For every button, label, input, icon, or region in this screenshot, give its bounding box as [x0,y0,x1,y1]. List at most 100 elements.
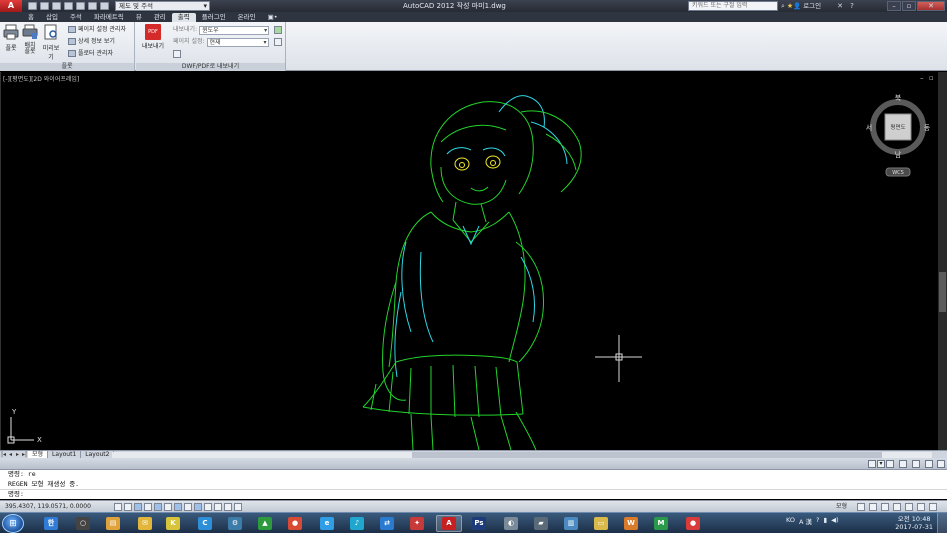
search-input[interactable]: 키워드 또는 구절 입력 [688,1,778,11]
tab-plugins[interactable]: 플러그인 [196,13,232,22]
ime-help-icon[interactable]: ? [816,516,819,526]
preview-button[interactable]: 미리보기 [41,24,61,61]
page-setup-override-icon[interactable] [274,38,282,46]
taskbar-app-ie[interactable]: e [314,515,340,532]
new-file-icon[interactable] [28,2,37,10]
viewcube-top-face[interactable]: 평면도 [890,123,905,131]
export-select[interactable]: 윈도우 [199,26,270,35]
selection-cycling-button[interactable] [234,503,242,511]
quick-properties-button[interactable] [224,503,232,511]
command-toolbar-icon-4[interactable] [899,460,907,468]
page-setup-select[interactable]: 현재 [206,38,269,47]
first-layout-icon[interactable]: |◂ [0,451,7,458]
maximize-button[interactable]: ▫ [902,1,916,11]
language-indicator[interactable]: KO [786,516,795,526]
plotter-manager-button[interactable]: 플로터 관리자 [68,49,113,58]
open-file-icon[interactable] [40,2,49,10]
plot-panel-title[interactable]: 플롯 [0,63,134,71]
tab-insert[interactable]: 삽입 [40,13,64,22]
details-button[interactable]: 상세 정보 보기 [68,37,115,46]
tab-manage[interactable]: 관리 [148,13,172,22]
taskbar-app-vs[interactable]: ▲ [252,515,278,532]
tab-online[interactable]: 온라인 [232,13,262,22]
command-toolbar-icon-3[interactable] [886,460,894,468]
save-as-icon[interactable] [64,2,73,10]
export-settings-icon[interactable] [274,26,282,34]
dynamic-ucs-button[interactable] [184,503,192,511]
viewcube-north[interactable]: 북 [895,94,902,102]
coordinates-readout[interactable]: 395.4307, 119.0571, 0.0000 [5,501,91,512]
start-button[interactable]: ⊞ [2,514,24,533]
model-space-button[interactable]: 모형 [836,502,847,512]
export-button[interactable]: PDF 내보내기 [140,24,166,50]
vertical-scrollbar[interactable] [938,72,947,450]
network-icon[interactable]: ▮ [824,516,828,526]
taskbar-app-photoshop[interactable]: Ps [466,515,492,532]
viewcube-east[interactable]: 동 [924,124,931,132]
snap-mode-button[interactable] [114,503,122,511]
taskbar-app-kakao[interactable]: K [160,515,186,532]
ime-indicator[interactable]: A 漢 [799,516,812,526]
viewcube[interactable]: 평면도 북 남 서 동 WCS [866,94,931,177]
command-toolbar-icon-7[interactable] [937,460,945,468]
annotation-scale-icon[interactable] [869,503,877,511]
quick-view-icon[interactable] [857,503,865,511]
grid-display-button[interactable] [124,503,132,511]
workspace-selector[interactable]: 제도 및 주석 [115,1,210,11]
command-prompt[interactable]: 명령: [0,489,947,499]
polar-tracking-button[interactable] [144,503,152,511]
viewcube-west[interactable]: 서 [866,123,872,132]
taskbar-app-explorer[interactable]: ▭ [588,515,614,532]
lock-icon[interactable] [893,503,901,511]
taskbar-app-media[interactable]: ◐ [498,515,524,532]
redo-icon[interactable] [100,2,109,10]
ortho-mode-button[interactable] [134,503,142,511]
taskbar-app-music[interactable]: ♪ [344,515,370,532]
batch-plot-button[interactable]: 배치 플롯 [20,24,40,55]
volume-icon[interactable]: ◀) [831,516,839,526]
last-layout-icon[interactable]: ▸| [21,451,28,458]
hardware-acceleration-icon[interactable] [905,503,913,511]
isolate-objects-icon[interactable] [917,503,925,511]
lineweight-button[interactable] [204,503,212,511]
taskbar-app-chrome[interactable]: ● [282,515,308,532]
show-desktop-button[interactable] [937,513,947,533]
taskbar-app-docs[interactable]: ▥ [558,515,584,532]
undo-icon[interactable] [88,2,97,10]
tab-view[interactable]: 뷰 [130,13,148,22]
tab-extra[interactable]: ▣• [262,13,284,22]
taskbar-app-c-app[interactable]: C [192,515,218,532]
object-snap-tracking-button[interactable] [174,503,182,511]
tab-parametric[interactable]: 파라메트릭 [88,13,130,22]
taskbar-app-autocad[interactable]: A [436,515,462,532]
taskbar-app-notes[interactable]: ▤ [100,515,126,532]
taskbar-app-word[interactable]: W [618,515,644,532]
close-button[interactable]: ✕ [917,1,945,11]
help-icon[interactable]: ? [848,2,856,10]
command-toolbar-icon-6[interactable] [925,460,933,468]
taskbar-app-record[interactable]: ● [680,515,706,532]
login-button[interactable]: 👤 로그인 [793,0,821,12]
command-line[interactable]: 명령: re REGEN 모형 재생성 중. 명령: [0,470,947,499]
export-panel-title[interactable]: DWF/PDF로 내보내기 [136,63,285,71]
wcs-menu[interactable]: WCS [892,170,904,176]
preview-small-icon[interactable] [173,50,181,58]
command-toolbar-icon-1[interactable] [868,460,876,468]
drawing-viewport[interactable]: [-][평면도][2D 와이어프레임] – ▫ × [0,72,947,450]
tab-home[interactable]: 홈 [22,13,40,22]
save-icon[interactable] [52,2,61,10]
taskbar-app-settings[interactable]: ⚙ [222,515,248,532]
vertical-scrollbar-thumb[interactable] [939,272,946,312]
system-clock[interactable]: 오전 10:48 2017-07-31 [895,515,933,531]
tab-output[interactable]: 출력 [171,13,196,22]
dynamic-input-button[interactable] [194,503,202,511]
print-icon[interactable] [76,2,85,10]
plot-button[interactable]: 플롯 [1,24,21,52]
exchange-icon[interactable]: ✕ [836,2,844,10]
taskbar-app-mail[interactable]: ✉ [132,515,158,532]
object-snap-button[interactable] [154,503,162,511]
taskbar-app-search[interactable]: ○ [70,515,96,532]
next-layout-icon[interactable]: ▸ [14,451,21,458]
taskbar-app-hangul[interactable]: 한 [38,515,64,532]
prev-layout-icon[interactable]: ◂ [7,451,14,458]
